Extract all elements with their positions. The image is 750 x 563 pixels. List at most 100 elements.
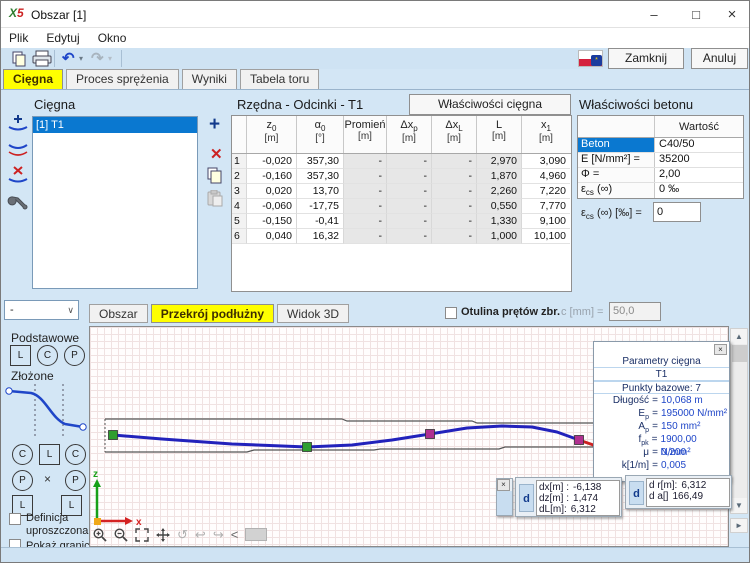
simplified-definition-checkbox[interactable]: [9, 513, 21, 525]
shape-combo[interactable]: - ∨: [4, 300, 79, 320]
polar-panel: d d r[m]:6,312d a[]166,49: [625, 475, 732, 509]
eps-cs-label[interactable]: εcs (∞): [578, 183, 655, 198]
vertical-scrollbar-thumb[interactable]: [732, 345, 748, 362]
delete-segment-icon[interactable]: ✕: [210, 145, 223, 163]
horizontal-scrollbar-thumb[interactable]: [245, 528, 267, 541]
tendon-marker-magenta[interactable]: [575, 436, 584, 445]
cell[interactable]: 9,100: [522, 214, 570, 229]
params-close-icon[interactable]: ×: [714, 344, 727, 355]
tendon-curve[interactable]: [113, 426, 579, 447]
copy-icon[interactable]: [11, 51, 27, 67]
zoom-out-icon[interactable]: [114, 528, 128, 542]
table-row: 4-0,060-17,75---0,5507,770: [232, 199, 571, 214]
duplicate-tendon-icon[interactable]: [6, 139, 30, 161]
cell[interactable]: 3,090: [522, 154, 570, 169]
menu-okno[interactable]: Okno: [98, 31, 127, 45]
tendon-marker-green[interactable]: [303, 443, 312, 452]
coords-grip[interactable]: d: [519, 484, 534, 512]
cell: -: [344, 229, 387, 244]
complex-l1-button[interactable]: L: [39, 444, 60, 465]
menu-plik[interactable]: Plik: [9, 31, 28, 45]
list-item[interactable]: [1] T1: [33, 117, 197, 133]
cell[interactable]: 10,100: [522, 229, 570, 244]
shape-c-button[interactable]: C: [37, 345, 58, 366]
cell[interactable]: 7,220: [522, 184, 570, 199]
tab-przekroj-podluzny[interactable]: Przekrój podłużny: [151, 304, 274, 323]
complex-p2-button[interactable]: P: [65, 470, 86, 491]
complex-c2-button[interactable]: C: [65, 444, 86, 465]
complex-p1-button[interactable]: P: [12, 470, 33, 491]
tab-tabela-toru[interactable]: Tabela toru: [240, 69, 319, 89]
delete-tendon-icon[interactable]: [6, 165, 30, 187]
maximize-button[interactable]: □: [677, 1, 715, 28]
tab-obszar[interactable]: Obszar: [89, 304, 148, 323]
cell[interactable]: -0,060: [247, 199, 297, 214]
eu-emblem-icon: *: [591, 55, 602, 66]
cell[interactable]: -17,75: [297, 199, 344, 214]
cell: -: [344, 169, 387, 184]
tab-wyniki[interactable]: Wyniki: [182, 69, 237, 89]
add-tendon-icon[interactable]: [6, 113, 30, 135]
undo-icon[interactable]: ↶: [62, 50, 75, 67]
polar-grip[interactable]: d: [629, 481, 644, 505]
segments-table-header: z0[m] α0[°] Promień[m] Δxp[m] ΔxL[m] L[m…: [232, 116, 571, 154]
scroll-down-icon[interactable]: ▼: [731, 498, 747, 513]
cell[interactable]: -0,160: [247, 169, 297, 184]
cell[interactable]: 13,70: [297, 184, 344, 199]
cell: -: [387, 184, 432, 199]
cell[interactable]: 7,770: [522, 199, 570, 214]
param-row: Długość=10,068 m: [594, 394, 729, 407]
undo-dropdown-icon[interactable]: ▾: [79, 54, 83, 63]
cover-checkbox[interactable]: [445, 307, 457, 319]
cell[interactable]: -0,150: [247, 214, 297, 229]
tab-ciegna[interactable]: Cięgna: [3, 69, 63, 89]
tendon-marker-green[interactable]: [109, 431, 118, 440]
table-row: 5-0,150-0,41---1,3309,100: [232, 214, 571, 229]
phi-label[interactable]: Φ =: [578, 168, 655, 182]
complex-c1-button[interactable]: C: [12, 444, 33, 465]
param-row: k[1/m]=0,005: [594, 459, 729, 472]
vertical-scrollbar[interactable]: ▲ ▼: [730, 328, 748, 514]
e-modulus-label[interactable]: E [N/mm²] =: [578, 153, 655, 167]
shape-l-button[interactable]: L: [10, 345, 31, 366]
chevron-down-icon: ∨: [67, 301, 74, 319]
tendon-marker-magenta[interactable]: [426, 430, 435, 439]
cell[interactable]: 357,30: [297, 169, 344, 184]
cell: -: [432, 184, 477, 199]
cell[interactable]: 4,960: [522, 169, 570, 184]
copy-segments-icon[interactable]: [206, 167, 223, 184]
tab-proces-sprezenia[interactable]: Proces sprężenia: [66, 69, 179, 89]
basic-shapes-label: Podstawowe: [11, 331, 79, 345]
pan-icon[interactable]: [156, 528, 170, 542]
close-button[interactable]: ×: [713, 1, 750, 28]
cell[interactable]: 357,30: [297, 154, 344, 169]
zamknij-button[interactable]: Zamknij: [608, 48, 684, 69]
coords-close-icon[interactable]: ×: [497, 479, 510, 491]
table-row: 60,04016,32---1,00010,100: [232, 229, 571, 244]
scroll-up-icon[interactable]: ▲: [731, 329, 747, 344]
collapse-scrollbar-icon[interactable]: <: [231, 528, 239, 542]
wrench-icon[interactable]: [7, 193, 31, 215]
tendon-properties-button[interactable]: Właściwości cięgna: [409, 94, 571, 115]
zoom-fit-icon[interactable]: [135, 528, 149, 542]
eps-input-field[interactable]: 0: [653, 202, 701, 222]
shape-p-button[interactable]: P: [64, 345, 85, 366]
cell[interactable]: 0,020: [247, 184, 297, 199]
zoom-in-icon[interactable]: [93, 528, 107, 542]
scroll-right-icon[interactable]: ►: [730, 518, 748, 533]
add-segment-icon[interactable]: +: [209, 116, 220, 134]
tab-widok-3d[interactable]: Widok 3D: [277, 304, 349, 323]
cell[interactable]: -0,020: [247, 154, 297, 169]
tendon-listbox[interactable]: [1] T1: [32, 116, 198, 289]
window-title: Obszar [1]: [31, 8, 86, 22]
cell[interactable]: 0,040: [247, 229, 297, 244]
cell[interactable]: -0,41: [297, 214, 344, 229]
beton-label[interactable]: Beton: [578, 138, 655, 152]
print-icon[interactable]: [32, 50, 52, 67]
minimize-button[interactable]: –: [635, 1, 673, 28]
cell[interactable]: 16,32: [297, 229, 344, 244]
params-tendon-name: T1: [594, 368, 729, 381]
table-row: Beton C40/50: [578, 138, 743, 153]
menu-edytuj[interactable]: Edytuj: [46, 31, 79, 45]
anuluj-button[interactable]: Anuluj: [691, 48, 748, 69]
